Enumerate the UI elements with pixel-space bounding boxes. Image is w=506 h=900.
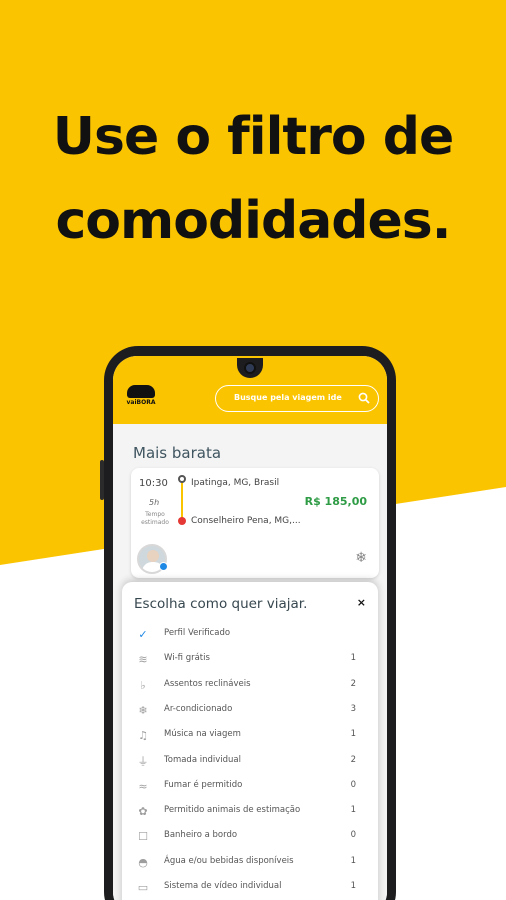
amenity-count: 0 bbox=[350, 830, 356, 841]
amenity-label: Música na viagem bbox=[164, 729, 241, 740]
music-icon: ♫ bbox=[138, 729, 148, 743]
headline-line-2: comodidades. bbox=[55, 191, 451, 251]
sheet-title: Escolha como quer viajar. bbox=[134, 596, 308, 612]
amenity-label: Assentos reclináveis bbox=[164, 678, 251, 689]
video-icon: ▭ bbox=[137, 881, 149, 894]
amenity-row[interactable]: ❄ Ar-condicionado 3 bbox=[128, 701, 368, 723]
amenity-row[interactable]: ⏚ Tomada individual 2 bbox=[128, 752, 368, 774]
trip-duration: 5h bbox=[149, 498, 160, 507]
amenity-label: Banheiro a bordo bbox=[164, 830, 238, 841]
amenity-label: Ar-condicionado bbox=[164, 703, 233, 714]
duration-label: Tempo estimado bbox=[141, 511, 169, 526]
amenity-row[interactable]: ▭ Sistema de vídeo individual 1 bbox=[128, 878, 368, 900]
section-title: Mais barata bbox=[133, 444, 222, 462]
amenity-row[interactable]: ✿ Permitido animais de estimação 1 bbox=[128, 802, 368, 824]
amenity-label: Água e/ou bebidas disponíveis bbox=[164, 855, 294, 866]
destination-city: Conselheiro Pena, MG,... bbox=[191, 516, 301, 526]
headline-line-1: Use o filtro de bbox=[52, 107, 454, 167]
trip-card[interactable]: 10:30 5h Tempo estimado Ipatinga, MG, Br… bbox=[131, 468, 379, 578]
search-input[interactable]: Busque pela viagem ide bbox=[215, 385, 379, 412]
amenity-row[interactable]: ◓ Água e/ou bebidas disponíveis 1 bbox=[128, 853, 368, 875]
smoking-icon: ≈ bbox=[138, 779, 148, 793]
amenity-row[interactable]: ≋ Wi-fi grátis 1 bbox=[128, 650, 368, 672]
amenity-count: 1 bbox=[350, 729, 356, 740]
trip-price: R$ 185,00 bbox=[304, 495, 367, 508]
amenity-label: Wi-fi grátis bbox=[164, 653, 210, 664]
drink-icon: ◓ bbox=[138, 855, 148, 869]
phone-screen: vaiBORA Busque pela viagem ide Mais bara… bbox=[113, 356, 387, 900]
amenity-row[interactable]: ♫ Música na viagem 1 bbox=[128, 726, 368, 748]
wifi-icon: ≋ bbox=[138, 653, 148, 667]
verified-badge-icon bbox=[159, 562, 168, 571]
origin-marker-icon bbox=[178, 475, 186, 483]
snowflake-icon: ❄ bbox=[355, 550, 367, 566]
amenity-row[interactable]: ☐ Banheiro a bordo 0 bbox=[128, 827, 368, 849]
toilet-icon: ☐ bbox=[138, 830, 148, 844]
close-button[interactable]: × bbox=[357, 596, 366, 609]
amenity-count: 1 bbox=[350, 855, 356, 866]
amenity-label: Tomada individual bbox=[164, 754, 241, 765]
route-line bbox=[181, 482, 183, 518]
amenity-label: Permitido animais de estimação bbox=[164, 805, 301, 816]
car-logo-icon bbox=[127, 385, 155, 398]
origin-city: Ipatinga, MG, Brasil bbox=[191, 478, 280, 488]
search-placeholder: Busque pela viagem ide bbox=[234, 393, 342, 402]
departure-time: 10:30 bbox=[139, 478, 168, 489]
amenity-row[interactable]: ♭ Assentos reclináveis 2 bbox=[128, 676, 368, 698]
amenity-count: 3 bbox=[350, 703, 356, 714]
amenity-row[interactable]: ✓ Perfil Verificado bbox=[128, 625, 368, 647]
seat-icon: ♭ bbox=[140, 678, 146, 692]
amenity-count: 0 bbox=[350, 779, 356, 790]
amenity-label: Perfil Verificado bbox=[164, 628, 231, 638]
snowflake-icon: ❄ bbox=[138, 703, 148, 717]
amenity-count: 1 bbox=[350, 805, 356, 816]
amenity-row[interactable]: ≈ Fumar é permitido 0 bbox=[128, 777, 368, 799]
amenities-filter-sheet: Escolha como quer viajar. × ✓ Perfil Veri… bbox=[122, 582, 378, 900]
destination-marker-icon bbox=[178, 517, 186, 525]
paw-icon: ✿ bbox=[138, 805, 148, 819]
app-logo: vaiBORA bbox=[123, 385, 159, 411]
amenity-count: 2 bbox=[350, 754, 356, 765]
amenity-count: 1 bbox=[350, 881, 356, 891]
plug-icon: ⏚ bbox=[137, 754, 149, 768]
search-icon[interactable] bbox=[358, 392, 370, 404]
verified-shield-icon: ✓ bbox=[138, 628, 148, 641]
amenity-label: Fumar é permitido bbox=[164, 779, 243, 790]
amenity-count: 1 bbox=[350, 653, 356, 664]
headline: Use o filtro de comodidades. bbox=[0, 95, 506, 263]
amenity-label: Sistema de vídeo individual bbox=[164, 881, 282, 891]
amenity-count: 2 bbox=[350, 678, 356, 689]
